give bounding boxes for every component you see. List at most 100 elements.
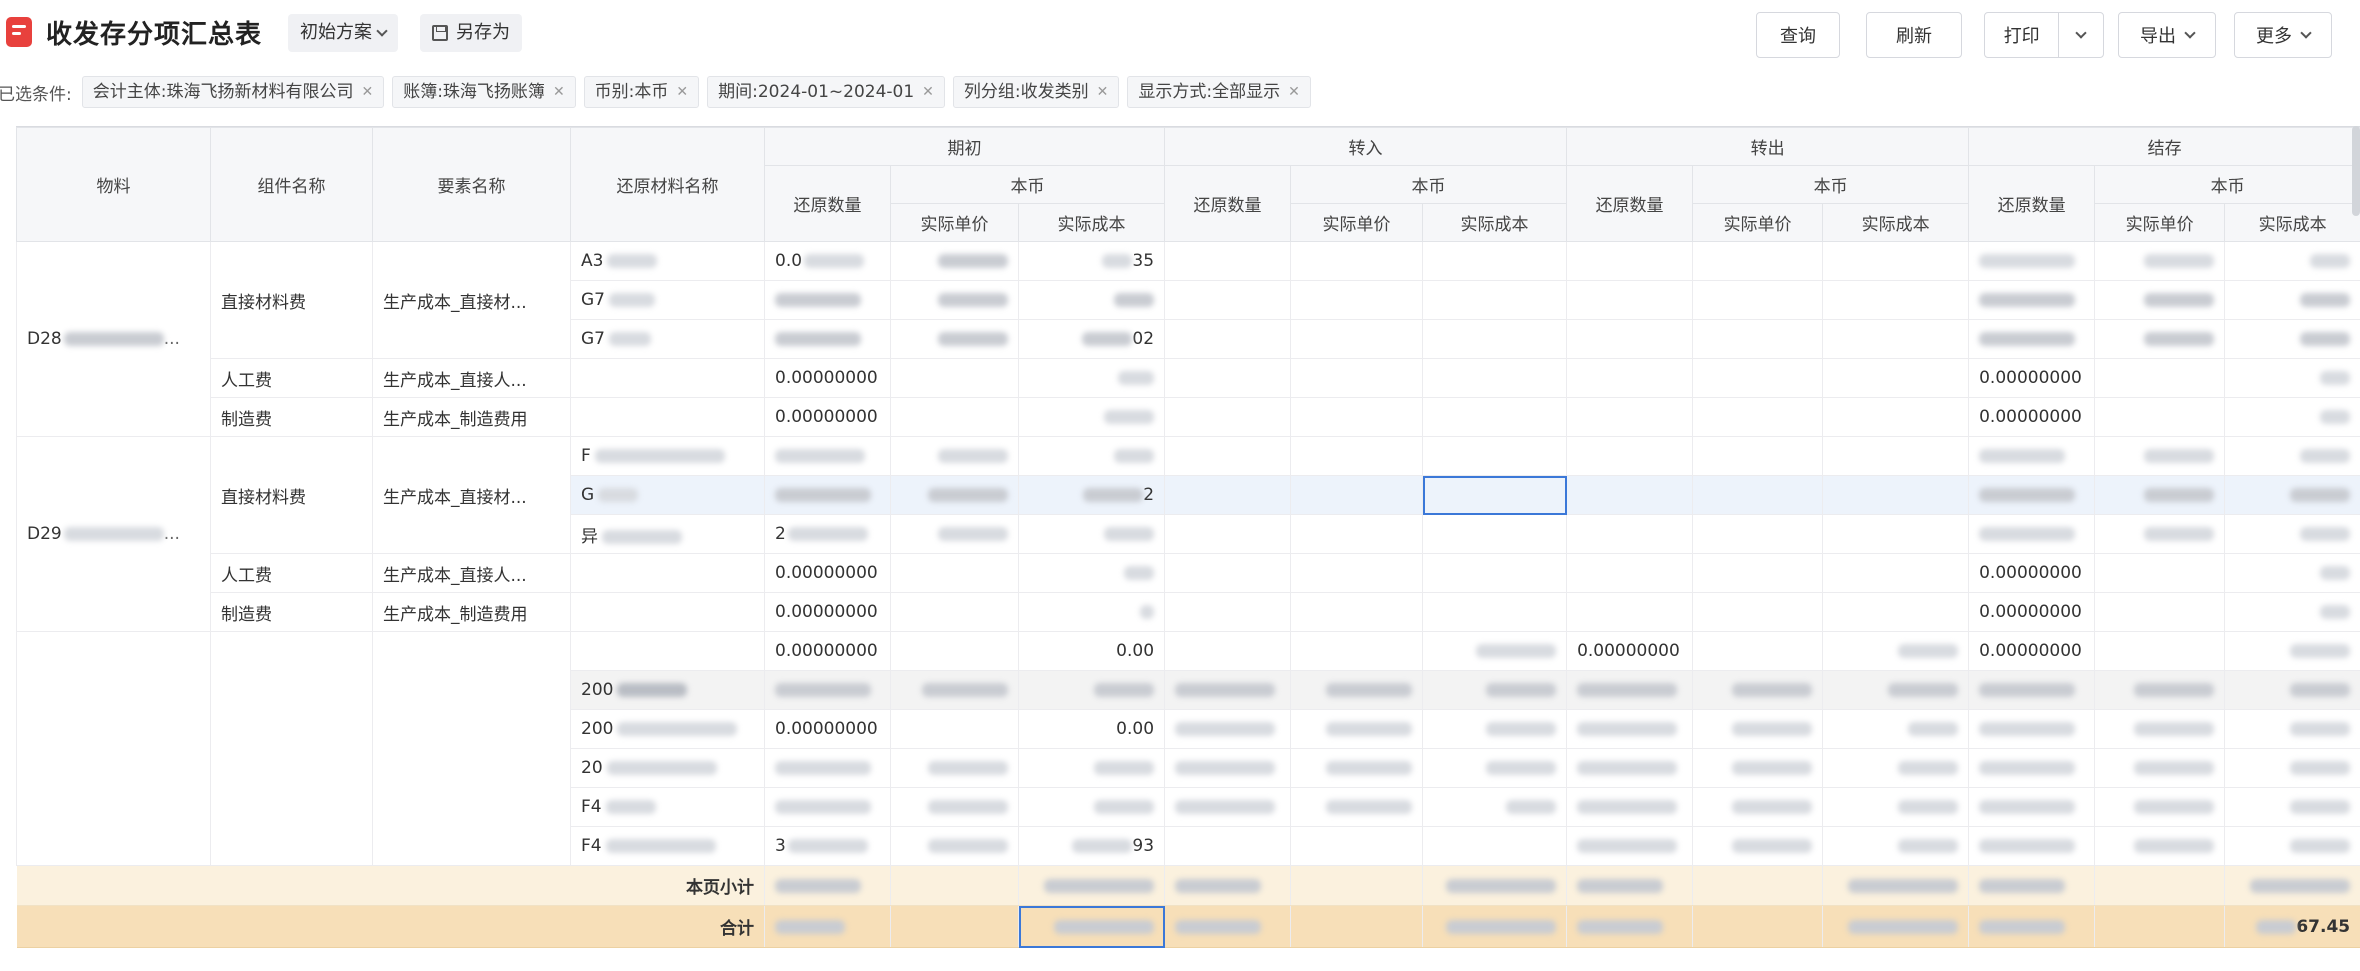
print-button[interactable]: 打印 bbox=[1984, 12, 2104, 58]
empty-cell[interactable] bbox=[1822, 280, 1970, 320]
price-cell[interactable] bbox=[890, 709, 1019, 749]
col-element[interactable]: 要素名称 bbox=[372, 127, 571, 242]
close-icon[interactable]: ✕ bbox=[553, 77, 565, 107]
empty-cell[interactable] bbox=[1692, 553, 1824, 593]
empty-cell[interactable] bbox=[1290, 241, 1424, 281]
raw-material-cell[interactable]: 20 bbox=[570, 748, 765, 788]
qty-cell[interactable]: 0.00000000 bbox=[764, 631, 891, 671]
qty-cell[interactable] bbox=[764, 436, 891, 476]
price-cell[interactable] bbox=[2094, 514, 2226, 554]
col-cost[interactable]: 实际成本 bbox=[1422, 203, 1568, 242]
close-icon[interactable]: ✕ bbox=[361, 77, 373, 107]
qty-cell[interactable]: 0.00000000 bbox=[1968, 397, 2096, 437]
price-cell[interactable] bbox=[2094, 709, 2226, 749]
price-cell[interactable] bbox=[2094, 787, 2226, 827]
empty-cell[interactable] bbox=[1692, 514, 1824, 554]
price-cell[interactable] bbox=[890, 436, 1019, 476]
filter-chip[interactable]: 期间:2024-01~2024-01 ✕ bbox=[707, 76, 945, 108]
col-unit-price[interactable]: 实际单价 bbox=[1290, 203, 1424, 242]
component-cell[interactable]: 人工费 bbox=[210, 358, 373, 398]
component-cell[interactable]: 直接材料费 bbox=[210, 241, 373, 359]
empty-cell[interactable] bbox=[1290, 826, 1424, 866]
empty-cell[interactable] bbox=[1692, 319, 1824, 359]
raw-material-cell[interactable]: 异 bbox=[570, 514, 765, 554]
qty-cell[interactable] bbox=[1968, 748, 2096, 788]
cost-cell[interactable]: 35 bbox=[1018, 241, 1166, 281]
qty-cell[interactable] bbox=[764, 787, 891, 827]
qty-cell[interactable] bbox=[1968, 241, 2096, 281]
close-icon[interactable]: ✕ bbox=[1288, 77, 1300, 107]
qty-cell[interactable]: 0.00000000 bbox=[1566, 631, 1694, 671]
price-cell[interactable] bbox=[2094, 436, 2226, 476]
cost-cell[interactable] bbox=[1018, 358, 1166, 398]
cost-cell[interactable] bbox=[2224, 397, 2360, 437]
material-cell[interactable]: D29... bbox=[16, 436, 211, 632]
table-row[interactable]: 人工费 生产成本_直接人... 0.00000000 0.00000000 bbox=[17, 553, 2360, 593]
qty-cell[interactable] bbox=[1968, 436, 2096, 476]
cost-cell[interactable] bbox=[1822, 787, 1970, 827]
qty-cell[interactable]: 0.00000000 bbox=[1968, 592, 2096, 632]
print-main[interactable]: 打印 bbox=[1985, 13, 2058, 57]
empty-cell[interactable] bbox=[1822, 592, 1970, 632]
qty-cell[interactable]: 0.00000000 bbox=[1968, 553, 2096, 593]
price-cell[interactable] bbox=[1290, 748, 1424, 788]
cost-cell[interactable] bbox=[1018, 514, 1166, 554]
query-button[interactable]: 查询 bbox=[1756, 12, 1840, 58]
col-qty[interactable]: 还原数量 bbox=[1164, 165, 1292, 242]
empty-cell[interactable] bbox=[1566, 475, 1694, 515]
qty-cell[interactable] bbox=[1968, 514, 2096, 554]
cost-cell[interactable] bbox=[2224, 514, 2360, 554]
cost-cell[interactable] bbox=[1822, 670, 1970, 710]
empty-cell[interactable] bbox=[1164, 592, 1292, 632]
qty-cell[interactable]: 0.00000000 bbox=[764, 358, 891, 398]
empty-cell[interactable] bbox=[1422, 358, 1568, 398]
filter-chip[interactable]: 列分组:收发类别 ✕ bbox=[952, 76, 1120, 108]
qty-cell[interactable]: 0.00000000 bbox=[764, 397, 891, 437]
raw-material-cell[interactable] bbox=[570, 631, 765, 671]
price-cell[interactable] bbox=[1290, 670, 1424, 710]
qty-cell[interactable]: 0.00000000 bbox=[764, 553, 891, 593]
component-cell[interactable]: 直接材料费 bbox=[210, 436, 373, 554]
price-cell[interactable] bbox=[2094, 280, 2226, 320]
close-icon[interactable]: ✕ bbox=[676, 77, 688, 107]
price-cell[interactable] bbox=[2094, 397, 2226, 437]
empty-cell[interactable] bbox=[1164, 241, 1292, 281]
col-unit-price[interactable]: 实际单价 bbox=[2094, 203, 2226, 242]
price-cell[interactable] bbox=[1692, 670, 1824, 710]
price-cell[interactable] bbox=[890, 475, 1019, 515]
cost-cell[interactable] bbox=[1018, 787, 1166, 827]
empty-cell[interactable] bbox=[1692, 592, 1824, 632]
price-cell[interactable] bbox=[2094, 241, 2226, 281]
col-qty[interactable]: 还原数量 bbox=[1968, 165, 2096, 242]
cost-cell[interactable] bbox=[1018, 280, 1166, 320]
empty-cell[interactable] bbox=[1164, 397, 1292, 437]
cost-cell[interactable] bbox=[1822, 748, 1970, 788]
element-cell[interactable]: 生产成本_直接材... bbox=[372, 436, 571, 554]
empty-cell[interactable] bbox=[1422, 280, 1568, 320]
filter-chip[interactable]: 币别:本币 ✕ bbox=[583, 76, 700, 108]
empty-cell[interactable] bbox=[1822, 475, 1970, 515]
empty-cell[interactable] bbox=[1290, 592, 1424, 632]
empty-cell[interactable] bbox=[1422, 826, 1568, 866]
cost-cell[interactable] bbox=[1422, 631, 1568, 671]
filter-chip[interactable]: 会计主体:珠海飞扬新材料有限公司 ✕ bbox=[81, 76, 385, 108]
element-cell[interactable]: 生产成本_直接人... bbox=[372, 553, 571, 593]
raw-material-cell[interactable]: G7 bbox=[570, 280, 765, 320]
col-cost[interactable]: 实际成本 bbox=[1017, 203, 1166, 242]
qty-cell[interactable] bbox=[764, 319, 891, 359]
qty-cell[interactable] bbox=[1164, 787, 1292, 827]
empty-cell[interactable] bbox=[1566, 397, 1694, 437]
empty-cell[interactable] bbox=[1164, 514, 1292, 554]
price-cell[interactable] bbox=[2094, 592, 2226, 632]
qty-cell[interactable]: 2 bbox=[764, 514, 891, 554]
empty-cell[interactable] bbox=[1422, 514, 1568, 554]
price-cell[interactable] bbox=[2094, 475, 2226, 515]
empty-cell[interactable] bbox=[1692, 241, 1824, 281]
element-cell[interactable]: 生产成本_制造费用 bbox=[372, 397, 571, 437]
qty-cell[interactable] bbox=[1968, 826, 2096, 866]
empty-cell[interactable] bbox=[1290, 514, 1424, 554]
element-cell[interactable]: 生产成本_直接材... bbox=[372, 241, 571, 359]
qty-cell[interactable]: 0.00000000 bbox=[764, 709, 891, 749]
price-cell[interactable] bbox=[890, 358, 1019, 398]
empty-cell[interactable] bbox=[1692, 358, 1824, 398]
